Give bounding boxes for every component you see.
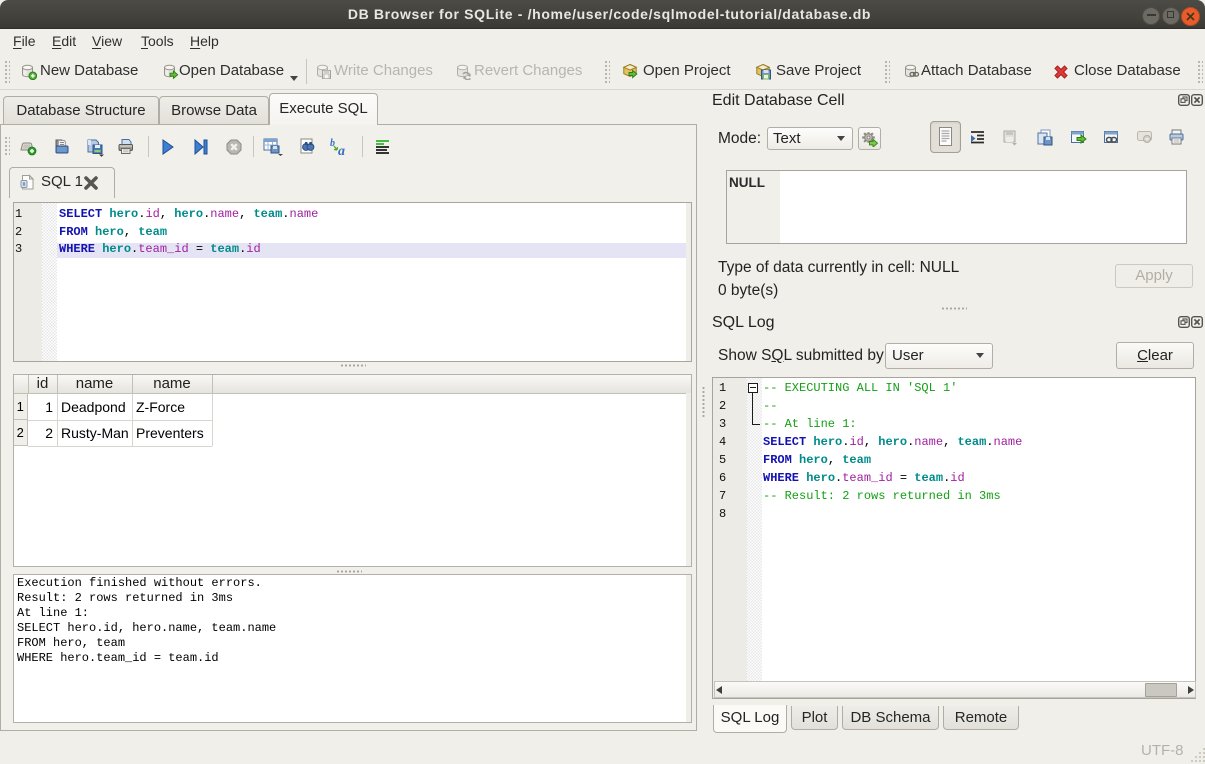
svg-text:a: a <box>338 144 345 156</box>
